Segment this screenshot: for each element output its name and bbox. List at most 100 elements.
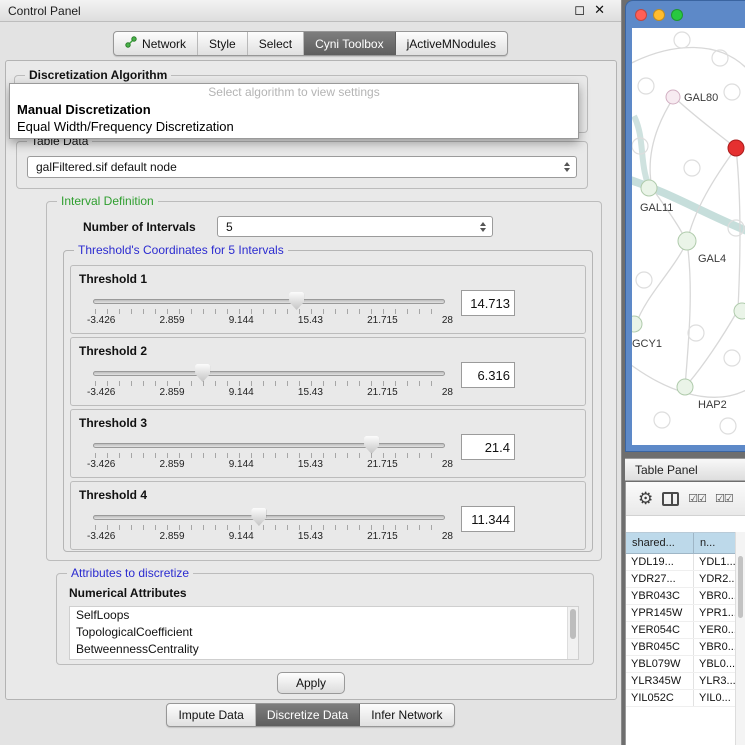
table-data-selected: galFiltered.sif default node bbox=[36, 160, 177, 174]
zoom-traffic-icon[interactable] bbox=[671, 9, 683, 21]
checkbox-select-icon[interactable]: ☑☑ bbox=[715, 492, 733, 505]
algorithm-group-label: Discretization Algorithm bbox=[25, 68, 171, 82]
threshold-1-value-field[interactable] bbox=[461, 290, 515, 316]
table-row[interactable]: YBL079WYBL0... bbox=[626, 656, 735, 673]
tab-cyni-toolbox[interactable]: Cyni Toolbox bbox=[304, 32, 395, 55]
node-gcy1[interactable] bbox=[632, 316, 642, 332]
dropdown-option-equal-width[interactable]: Equal Width/Frequency Discretization bbox=[10, 118, 578, 135]
node-selected-red[interactable] bbox=[728, 140, 744, 156]
threshold-1-slider[interactable]: -3.4262.8599.14415.4321.71528 bbox=[93, 292, 445, 332]
table-row[interactable]: YDR27...YDR2... bbox=[626, 571, 735, 588]
table-row[interactable]: YIL052CYIL0... bbox=[626, 690, 735, 707]
slider-track[interactable] bbox=[93, 299, 445, 304]
slider-track[interactable] bbox=[93, 443, 445, 448]
table-panel: ⚙ ☑☑ ☑☑ shared... n... YDL19...YDL1... Y… bbox=[625, 482, 745, 745]
minimize-icon[interactable]: ◻ bbox=[574, 2, 585, 18]
node-label: GAL4 bbox=[698, 253, 726, 265]
desktop: Control Panel ◻ ✕ Network Style Select C… bbox=[0, 0, 745, 745]
table-row[interactable]: YBR043CYBR0... bbox=[626, 588, 735, 605]
table-scrollbar[interactable] bbox=[735, 532, 745, 745]
attributes-scrollbar[interactable] bbox=[567, 607, 578, 659]
window-traffic-lights bbox=[635, 9, 683, 21]
gear-icon[interactable]: ⚙ bbox=[638, 490, 653, 507]
node-gal11[interactable] bbox=[641, 180, 657, 196]
table-row[interactable]: YLR345WYLR3... bbox=[626, 673, 735, 690]
cyni-toolbox-panel: Discretization Algorithm Select algorith… bbox=[5, 60, 617, 700]
table-panel-header[interactable]: Table Panel bbox=[625, 458, 745, 481]
attributes-group: Attributes to discretize Numerical Attri… bbox=[56, 573, 594, 665]
attribute-list-item[interactable]: BetweennessCentrality bbox=[70, 641, 578, 658]
network-canvas[interactable]: GAL80 GAL11 GAL4 GCY1 HAP2 bbox=[632, 28, 745, 445]
tab-style[interactable]: Style bbox=[198, 32, 248, 55]
tab-jactivemnodules[interactable]: jActiveMNodules bbox=[396, 32, 507, 55]
slider-thumb[interactable] bbox=[364, 436, 379, 454]
list-item: 28 bbox=[442, 459, 453, 470]
tab-impute-data[interactable]: Impute Data bbox=[167, 704, 255, 726]
slider-scale-labels: -3.4262.8599.14415.4321.71528 bbox=[87, 459, 453, 470]
tab-infer-network[interactable]: Infer Network bbox=[360, 704, 453, 726]
apply-button[interactable]: Apply bbox=[277, 672, 345, 694]
node-gal4[interactable] bbox=[678, 232, 696, 250]
list-item: -3.426 bbox=[87, 387, 115, 398]
tab-select[interactable]: Select bbox=[248, 32, 304, 55]
dropdown-option-manual[interactable]: Manual Discretization bbox=[10, 101, 578, 118]
table-panel-toolbar: ⚙ ☑☑ ☑☑ bbox=[626, 482, 745, 516]
list-item: 15.43 bbox=[298, 459, 323, 470]
table-row[interactable]: YDL19...YDL1... bbox=[626, 554, 735, 571]
network-tab-icon bbox=[125, 36, 137, 51]
slider-track[interactable] bbox=[93, 371, 445, 376]
threshold-3-slider[interactable]: -3.4262.8599.14415.4321.71528 bbox=[93, 436, 445, 476]
threshold-2-value-field[interactable] bbox=[461, 362, 515, 388]
numerical-attributes-label: Numerical Attributes bbox=[69, 586, 187, 600]
window-title: Control Panel bbox=[8, 4, 81, 18]
threshold-4-panel: Threshold 4 -3.4262.8599.14415.4321.7152… bbox=[70, 481, 586, 550]
close-traffic-icon[interactable] bbox=[635, 9, 647, 21]
table-row[interactable]: YBR045CYBR0... bbox=[626, 639, 735, 656]
slider-thumb[interactable] bbox=[289, 292, 304, 310]
minimize-traffic-icon[interactable] bbox=[653, 9, 665, 21]
slider-thumb[interactable] bbox=[195, 364, 210, 382]
table-data-combo[interactable]: galFiltered.sif default node bbox=[27, 156, 577, 178]
attribute-list-item[interactable]: TopologicalCoefficient bbox=[70, 624, 578, 641]
list-item: 15.43 bbox=[298, 315, 323, 326]
table-row[interactable]: YER054CYER0... bbox=[626, 622, 735, 639]
threshold-3-label: Threshold 3 bbox=[79, 416, 147, 430]
scrollbar-thumb[interactable] bbox=[570, 609, 576, 639]
list-item: 2.859 bbox=[160, 315, 185, 326]
list-item: 28 bbox=[442, 531, 453, 542]
tab-discretize-data[interactable]: Discretize Data bbox=[256, 704, 360, 726]
list-item: 9.144 bbox=[229, 387, 254, 398]
list-item: 21.715 bbox=[367, 315, 398, 326]
control-panel-titlebar[interactable]: Control Panel ◻ ✕ bbox=[0, 0, 621, 22]
network-view-window[interactable]: GAL80 GAL11 GAL4 GCY1 HAP2 bbox=[625, 0, 745, 452]
table-rows: YDL19...YDL1... YDR27...YDR2... YBR043CY… bbox=[626, 554, 735, 745]
list-item: 15.43 bbox=[298, 531, 323, 542]
slider-scale-labels: -3.4262.8599.14415.4321.71528 bbox=[87, 387, 453, 398]
checkbox-filter-icon[interactable]: ☑☑ bbox=[688, 492, 706, 505]
threshold-1-panel: Threshold 1 -3.4262.8599.14415.4321.7152… bbox=[70, 265, 586, 334]
node-gal80[interactable] bbox=[666, 90, 680, 104]
table-columns-icon[interactable] bbox=[662, 492, 679, 506]
interval-definition-label: Interval Definition bbox=[57, 194, 158, 208]
number-of-intervals-combo[interactable]: 5 bbox=[217, 216, 493, 237]
tab-network[interactable]: Network bbox=[114, 32, 198, 55]
close-icon[interactable]: ✕ bbox=[594, 2, 605, 18]
list-item: 2.859 bbox=[160, 387, 185, 398]
list-item: 2.859 bbox=[160, 531, 185, 542]
numerical-attributes-list[interactable]: SelfLoopsTopologicalCoefficientBetweenne… bbox=[69, 606, 579, 660]
attribute-list-item[interactable]: SelfLoops bbox=[70, 607, 578, 624]
node-hap2[interactable] bbox=[677, 379, 693, 395]
slider-track[interactable] bbox=[93, 515, 445, 520]
node-label: GAL11 bbox=[640, 202, 673, 214]
threshold-3-value-field[interactable] bbox=[461, 434, 515, 460]
column-header-shared-name[interactable]: shared... bbox=[626, 533, 694, 553]
scrollbar-thumb[interactable] bbox=[738, 556, 743, 618]
threshold-3-panel: Threshold 3 -3.4262.8599.14415.4321.7152… bbox=[70, 409, 586, 478]
table-row[interactable]: YPR145WYPR1... bbox=[626, 605, 735, 622]
threshold-4-slider[interactable]: -3.4262.8599.14415.4321.71528 bbox=[93, 508, 445, 548]
list-item: 21.715 bbox=[367, 387, 398, 398]
node-edge-cut[interactable] bbox=[734, 303, 745, 319]
slider-thumb[interactable] bbox=[251, 508, 266, 526]
threshold-4-value-field[interactable] bbox=[461, 506, 515, 532]
threshold-2-slider[interactable]: -3.4262.8599.14415.4321.71528 bbox=[93, 364, 445, 404]
